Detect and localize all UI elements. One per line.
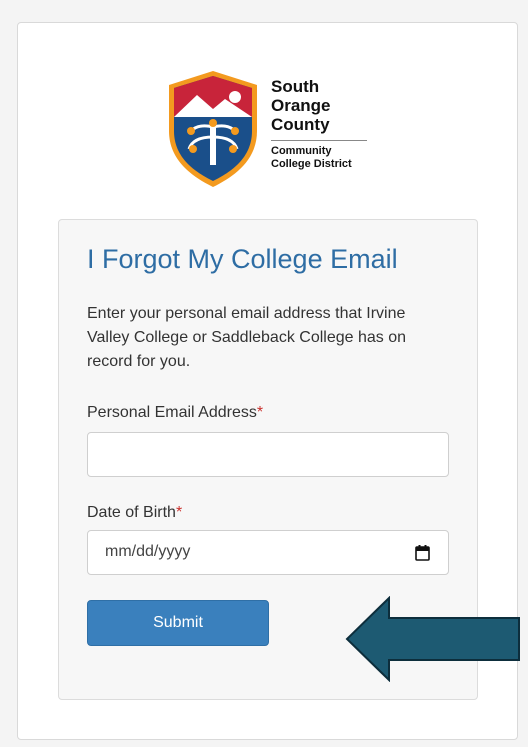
submit-button[interactable]: Submit xyxy=(87,600,269,646)
dob-label: Date of Birth* xyxy=(87,504,182,522)
dob-label-text: Date of Birth xyxy=(87,504,176,521)
intro-text: Enter your personal email address that I… xyxy=(87,305,407,370)
required-marker: * xyxy=(175,504,183,521)
logo-text-orange: Orange xyxy=(271,96,331,115)
required-marker: * xyxy=(256,404,264,421)
district-logo: South Orange County Community College Di… xyxy=(163,67,383,192)
left-arrow-icon xyxy=(345,596,520,682)
email-label-text: Personal Email Address xyxy=(87,404,257,421)
email-label: Personal Email Address* xyxy=(87,404,263,422)
logo-text-community: Community xyxy=(271,145,332,157)
shield-logo-icon xyxy=(169,71,257,187)
logo-text-college-district: College District xyxy=(271,158,352,170)
logo-wordmark: South Orange County Community College Di… xyxy=(271,77,367,171)
personal-email-input[interactable] xyxy=(87,432,449,477)
logo-text-county: County xyxy=(271,115,330,134)
date-of-birth-input[interactable]: mm/dd/yyyy xyxy=(87,530,449,575)
logo-divider xyxy=(271,140,367,141)
logo-text-south: South xyxy=(271,77,320,96)
date-placeholder: mm/dd/yyyy xyxy=(105,543,191,560)
page-title: I Forgot My College Email xyxy=(87,244,398,274)
calendar-icon[interactable] xyxy=(415,545,430,561)
